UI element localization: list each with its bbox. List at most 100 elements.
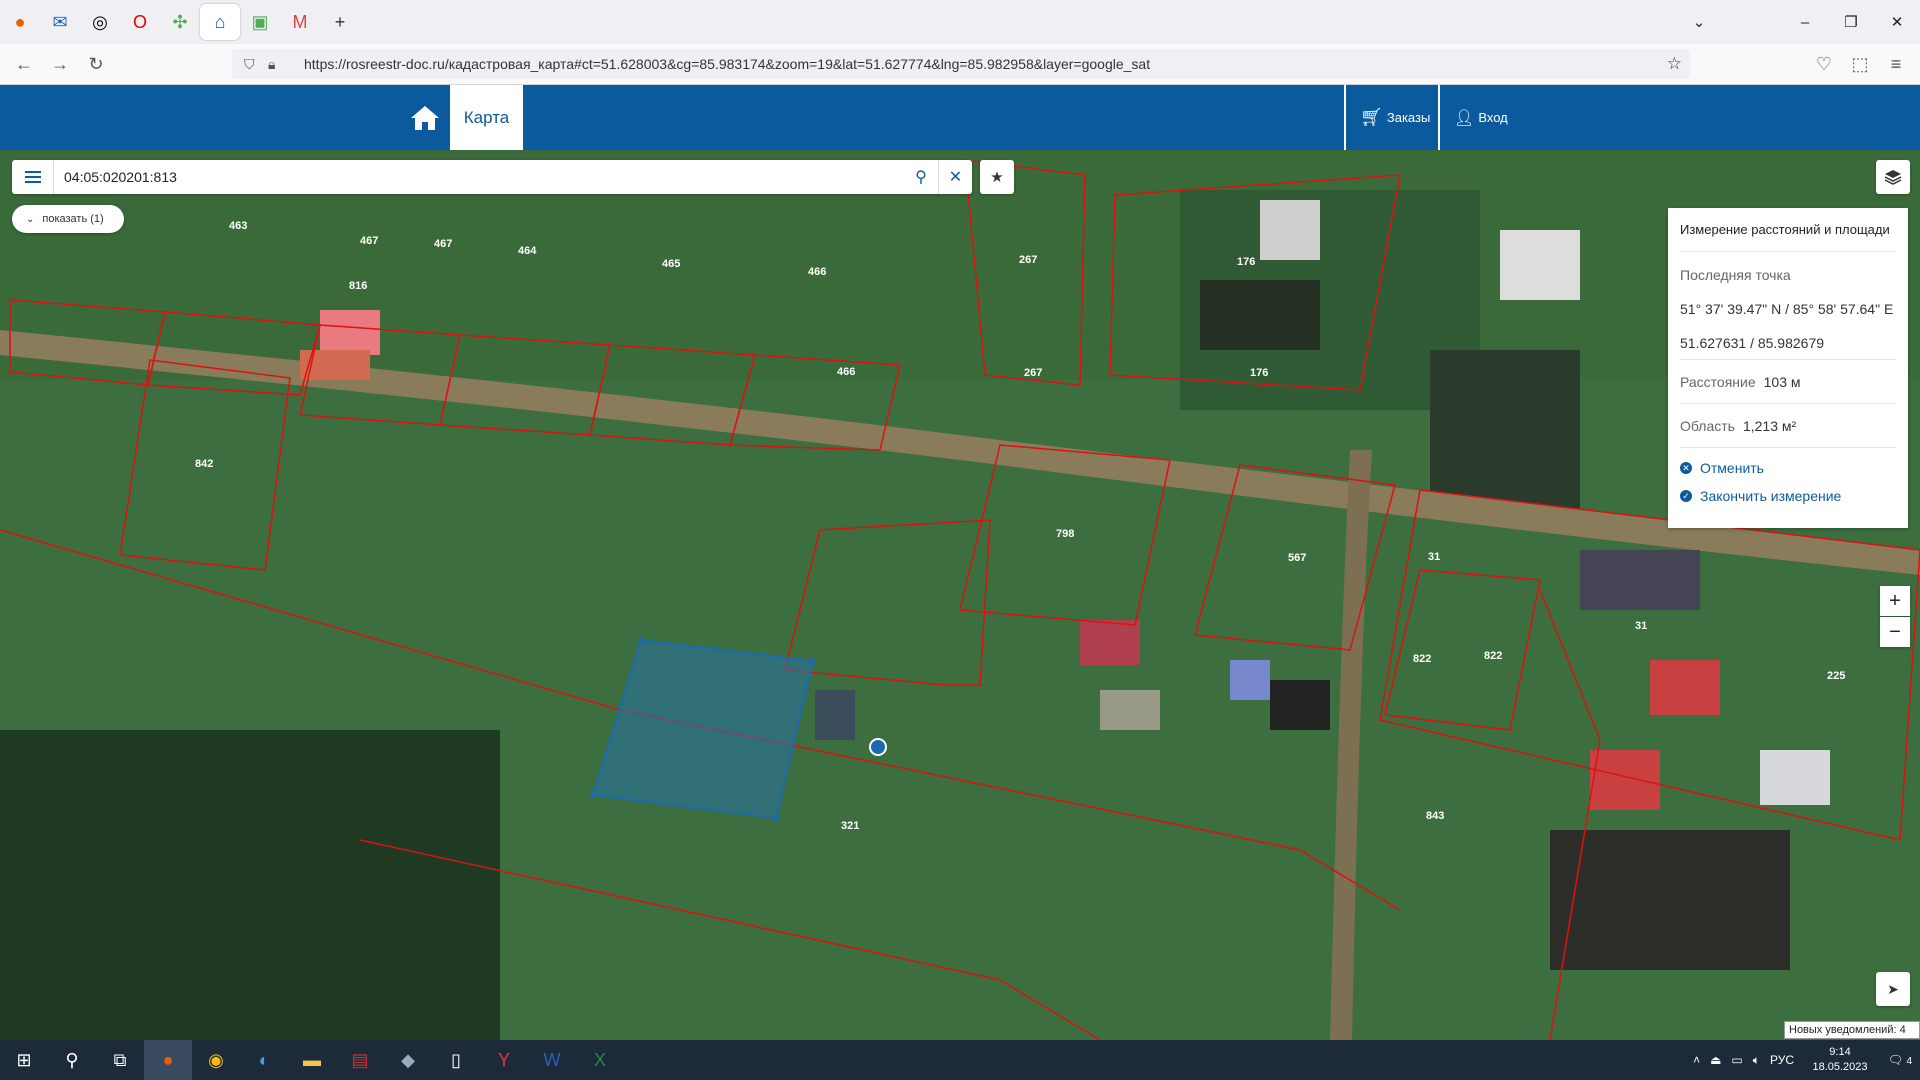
show-results-button[interactable]: ⌄ показать (1) <box>12 205 124 233</box>
area-value: 1,213 м² <box>1742 417 1797 434</box>
app-icon[interactable]: ◆ <box>384 1040 432 1080</box>
close-icon[interactable]: ✕ <box>1874 0 1920 44</box>
site-header: Карта 🛒︎ Заказы 👤︎ Вход <box>0 85 1920 150</box>
tab-rosreestr[interactable]: ⌂ <box>200 4 240 40</box>
cancel-measure-button[interactable]: ✕ Отменить <box>1680 454 1896 482</box>
opera-icon: O <box>132 11 147 32</box>
mail-icon: ✉ <box>52 11 68 32</box>
cancel-icon: ✕ <box>1680 462 1692 474</box>
locate-button[interactable]: ➤ <box>1876 972 1910 1006</box>
search-input[interactable]: 04:05:020201:813 <box>54 169 904 185</box>
tab-map[interactable]: Карта <box>450 85 523 150</box>
new-tab-button[interactable]: + <box>320 4 360 40</box>
map-canvas[interactable]: 462 463 467 467 816 464 465 466 466 267 … <box>0 150 1920 1040</box>
file-explorer-icon[interactable]: ▬ <box>288 1040 336 1080</box>
tab-opera[interactable]: O <box>120 4 160 40</box>
tab-list-icon[interactable]: ⌄ <box>1676 0 1722 44</box>
home-icon <box>411 105 439 130</box>
yandex-icon[interactable]: Y <box>480 1040 528 1080</box>
tab-mail[interactable]: ✉ <box>40 4 80 40</box>
orders-label: Заказы <box>1386 110 1431 125</box>
task-view-icon[interactable]: ⧉ <box>96 1040 144 1080</box>
coords-dms: 51° 37' 39.47" N / 85° 58' 57.64" E <box>1680 301 1894 317</box>
login-label: Вход <box>1478 110 1508 125</box>
check-icon: ✓ <box>1680 490 1692 502</box>
minimize-icon[interactable]: – <box>1782 0 1828 44</box>
clock-date: 18.05.2023 <box>1812 1061 1868 1073</box>
distance-label: Расстояние <box>1680 373 1756 390</box>
pdf-icon[interactable]: ▤ <box>336 1040 384 1080</box>
layers-button[interactable] <box>1876 160 1910 194</box>
bookmark-star-icon[interactable]: ☆ <box>1667 54 1682 74</box>
hamburger-menu-icon[interactable] <box>12 160 54 194</box>
orders-link[interactable]: 🛒︎ Заказы <box>1360 85 1430 150</box>
word-icon[interactable]: W <box>528 1040 576 1080</box>
url-bar[interactable]: ⛉ 🔒︎ https://rosreestr-doc.ru/кадастрова… <box>232 49 1690 79</box>
language-indicator[interactable]: РУС <box>1770 1053 1794 1067</box>
tab-globe[interactable]: ◎ <box>80 4 120 40</box>
pocket-icon[interactable]: ♡ <box>1806 48 1842 80</box>
edge-icon[interactable]: ◐ <box>240 1040 288 1080</box>
tab-pinwheel[interactable]: ✣ <box>160 4 200 40</box>
cart-icon: 🛒︎ <box>1360 107 1383 127</box>
extensions-icon[interactable]: ⬚ <box>1842 48 1878 80</box>
tab-maps[interactable]: ▣ <box>240 4 280 40</box>
windows-start-icon[interactable]: ⊞ <box>0 1040 48 1080</box>
star-icon: ★ <box>990 169 1004 186</box>
notifications-icon[interactable]: 🗨︎ 4 <box>1880 1053 1920 1067</box>
network-icon[interactable]: ▭ <box>1731 1053 1742 1067</box>
back-icon[interactable]: ← <box>6 48 42 80</box>
measurement-panel: Измерение расстояний и площади Последняя… <box>1668 208 1908 528</box>
cancel-label: Отменить <box>1700 460 1764 476</box>
forward-icon[interactable]: → <box>42 48 78 80</box>
zoom-in-button[interactable]: + <box>1880 586 1910 616</box>
finish-label: Закончить измерение <box>1700 488 1842 504</box>
shield-icon[interactable]: ⛉ <box>244 56 268 73</box>
login-link[interactable]: 👤︎ Вход <box>1454 85 1508 150</box>
firefox-icon: ● <box>14 11 26 32</box>
home-button[interactable] <box>400 85 450 150</box>
chevron-up-icon[interactable]: ˄ <box>1693 1053 1700 1067</box>
distance-row: Расстояние 103 м <box>1680 360 1896 404</box>
maps-icon: ▣ <box>251 11 269 32</box>
header-divider <box>1344 85 1346 150</box>
volume-icon[interactable]: 🔈︎ <box>1753 1053 1760 1068</box>
area-row: Область 1,213 м² <box>1680 404 1896 448</box>
clear-icon[interactable]: ✕ <box>938 160 972 194</box>
search-icon[interactable]: ⚲ <box>48 1040 96 1080</box>
search-icon[interactable]: ⚲ <box>904 160 938 194</box>
satellite-map[interactable] <box>0 150 1920 1040</box>
usb-icon[interactable]: ⏏ <box>1710 1053 1721 1067</box>
navigation-arrow-icon: ➤ <box>1887 980 1899 997</box>
chrome-icon[interactable]: ◉ <box>192 1040 240 1080</box>
tab-firefox[interactable]: ● <box>0 4 40 40</box>
home-site-icon: ⌂ <box>214 11 226 32</box>
finish-measure-button[interactable]: ✓ Закончить измерение <box>1680 482 1896 510</box>
show-results-label: показать (1) <box>42 213 104 225</box>
excel-icon[interactable]: X <box>576 1040 624 1080</box>
url-text[interactable]: https://rosreestr-doc.ru/кадастровая_кар… <box>304 56 1150 72</box>
pinwheel-icon: ✣ <box>172 11 188 32</box>
clock[interactable]: 9:14 18.05.2023 <box>1800 1045 1880 1075</box>
system-tray: ˄ ⏏ ▭ 🔈︎ РУС 9:14 18.05.2023 🗨︎ 4 <box>1693 1040 1920 1080</box>
restore-icon[interactable]: ❐ <box>1828 0 1874 44</box>
favorite-star-button[interactable]: ★ <box>980 160 1014 194</box>
menu-icon[interactable]: ≡ <box>1878 48 1914 80</box>
user-icon: 👤︎ <box>1454 109 1475 127</box>
layers-icon <box>1884 170 1902 185</box>
measurement-panel-title: Измерение расстояний и площади <box>1680 208 1896 252</box>
distance-value: 103 м <box>1763 373 1801 390</box>
notepad-icon[interactable]: ▯ <box>432 1040 480 1080</box>
taskbar: ⊞ ⚲ ⧉ ● ◉ ◐ ▬ ▤ ◆ ▯ Y W X ˄ ⏏ ▭ 🔈︎ РУС 9… <box>0 1040 1920 1080</box>
zoom-out-button[interactable]: − <box>1880 617 1910 647</box>
reload-icon[interactable]: ↻ <box>78 48 114 80</box>
tab-gmail[interactable]: M <box>280 4 320 40</box>
browser-nav-bar: ← → ↻ ⛉ 🔒︎ https://rosreestr-doc.ru/када… <box>0 44 1920 85</box>
lock-icon[interactable]: 🔒︎ <box>268 56 292 73</box>
gmail-icon: M <box>292 11 308 32</box>
last-point-label: Последняя точка <box>1680 267 1791 283</box>
clock-time: 9:14 <box>1829 1046 1851 1058</box>
browser-tab-bar: ● ✉ ◎ O ✣ ⌂ ▣ M + ⌄ – ❐ ✕ <box>0 0 1920 44</box>
notification-tooltip: Новых уведомлений: 4 <box>1784 1021 1920 1039</box>
firefox-taskbar-icon[interactable]: ● <box>144 1040 192 1080</box>
